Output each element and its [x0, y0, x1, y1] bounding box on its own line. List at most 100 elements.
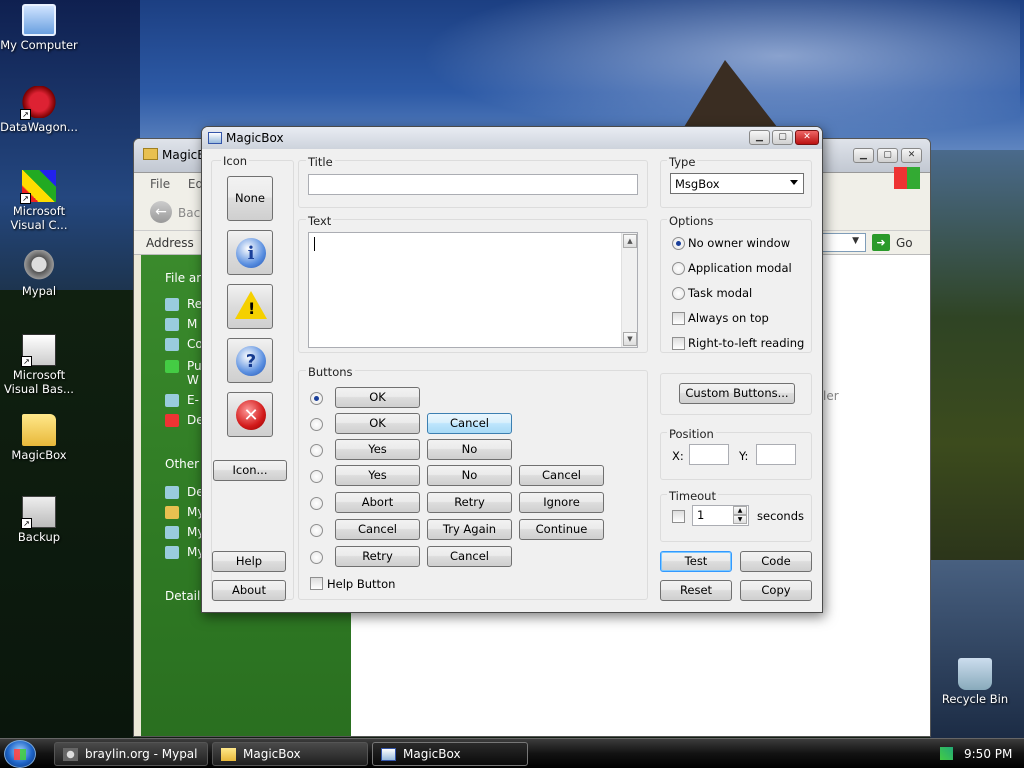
preview-no-button[interactable]: No — [427, 465, 512, 486]
preview-abort-button[interactable]: Abort — [335, 492, 420, 513]
desktop-icon-visual-c[interactable]: ↗ Microsoft Visual C... — [0, 170, 81, 232]
desktop-icon-my-computer[interactable]: My Computer — [0, 4, 81, 52]
task-item[interactable]: Co — [165, 337, 203, 351]
application-modal-label[interactable]: Application modal — [688, 261, 792, 275]
preview-retry-button[interactable]: Retry — [427, 492, 512, 513]
position-x-input[interactable] — [689, 444, 729, 465]
no-owner-window-radio[interactable] — [672, 237, 685, 250]
icon-group-label: Icon — [221, 154, 250, 168]
maximize-button[interactable]: ▢ — [772, 130, 793, 145]
preview-try-again-button[interactable]: Try Again — [427, 519, 512, 540]
preview-cancel-button[interactable]: Cancel — [427, 413, 512, 434]
test-button[interactable]: Test — [660, 551, 732, 572]
clock[interactable]: 9:50 PM — [964, 747, 1012, 761]
task-modal-radio[interactable] — [672, 287, 685, 300]
task-item[interactable]: M — [165, 317, 197, 331]
icon-browse-button[interactable]: Icon... — [213, 460, 287, 481]
network-icon[interactable] — [940, 747, 953, 760]
desktop-icon-magicbox-folder[interactable]: MagicBox — [0, 414, 81, 462]
go-button-label[interactable]: Go — [896, 236, 913, 250]
application-modal-radio[interactable] — [672, 262, 685, 275]
taskbar-item-mypal[interactable]: braylin.org - Mypal — [54, 742, 208, 766]
help-button[interactable]: Help — [212, 551, 286, 572]
start-button[interactable] — [4, 740, 36, 768]
icon-question-button[interactable]: ? — [227, 338, 273, 383]
preview-continue-button[interactable]: Continue — [519, 519, 604, 540]
task-item[interactable]: De — [165, 413, 204, 427]
maximize-button[interactable]: ▢ — [877, 148, 898, 163]
preview-ok-button[interactable]: OK — [335, 413, 420, 434]
always-on-top-label[interactable]: Always on top — [688, 311, 769, 325]
address-input[interactable]: ▼ — [820, 233, 866, 252]
icon-none-button[interactable]: None — [227, 176, 273, 221]
scroll-up-icon[interactable]: ▲ — [623, 234, 637, 248]
go-arrow-icon[interactable]: ➜ — [872, 234, 890, 251]
task-item[interactable]: Pu — [165, 359, 202, 373]
menu-file[interactable]: File — [150, 177, 170, 191]
preview-ignore-button[interactable]: Ignore — [519, 492, 604, 513]
desktop-icon-backup[interactable]: ↗ Backup — [0, 496, 81, 544]
help-button-checkbox-label[interactable]: Help Button — [327, 577, 395, 591]
place-item[interactable]: My — [165, 505, 204, 519]
task-modal-label[interactable]: Task modal — [688, 286, 752, 300]
place-item[interactable]: My — [165, 525, 204, 539]
right-to-left-checkbox[interactable] — [672, 337, 685, 350]
timeout-input[interactable]: 1 ▲ ▼ — [692, 505, 749, 526]
preview-retry-button[interactable]: Retry — [335, 546, 420, 567]
buttons-row-radio[interactable] — [310, 444, 323, 457]
text-textarea[interactable]: ▲ ▼ — [308, 232, 638, 348]
preview-yes-button[interactable]: Yes — [335, 439, 420, 460]
desktop-icon-recycle-bin[interactable]: Recycle Bin — [933, 658, 1017, 706]
buttons-row-radio[interactable] — [310, 418, 323, 431]
custom-buttons-button[interactable]: Custom Buttons... — [679, 383, 795, 404]
scroll-down-icon[interactable]: ▼ — [623, 332, 637, 346]
desktop-icon-visual-basic[interactable]: ↗ Microsoft Visual Bas... — [0, 334, 81, 396]
desktop-icon-mypal[interactable]: Mypal — [0, 250, 81, 298]
spin-up-icon[interactable]: ▲ — [733, 506, 747, 515]
preview-cancel-button[interactable]: Cancel — [335, 519, 420, 540]
close-button[interactable]: ✕ — [795, 130, 819, 145]
preview-yes-button[interactable]: Yes — [335, 465, 420, 486]
close-button[interactable]: ✕ — [901, 148, 922, 163]
help-button-checkbox[interactable] — [310, 577, 323, 590]
buttons-row-radio[interactable] — [310, 392, 323, 405]
taskbar-item-magicbox[interactable]: MagicBox — [372, 742, 528, 766]
place-item[interactable]: De — [165, 485, 204, 499]
place-item[interactable]: My — [165, 545, 204, 559]
spin-down-icon[interactable]: ▼ — [733, 515, 747, 524]
timeout-checkbox[interactable] — [672, 510, 685, 523]
taskbar-item-magicbox-folder[interactable]: MagicBox — [212, 742, 368, 766]
copy-button[interactable]: Copy — [740, 580, 812, 601]
back-arrow-icon[interactable]: ← — [150, 201, 172, 223]
text-scrollbar[interactable]: ▲ ▼ — [621, 233, 637, 347]
task-item[interactable]: E- — [165, 393, 199, 407]
icon-information-button[interactable]: i — [227, 230, 273, 275]
icon-warning-button[interactable]: ! — [227, 284, 273, 329]
reset-button[interactable]: Reset — [660, 580, 732, 601]
desktop-icon-datawagon[interactable]: ↗ DataWagon... — [0, 86, 81, 134]
preview-no-button[interactable]: No — [427, 439, 512, 460]
about-button[interactable]: About — [212, 580, 286, 601]
always-on-top-checkbox[interactable] — [672, 312, 685, 325]
minimize-button[interactable]: ▁ — [853, 148, 874, 163]
buttons-row-radio[interactable] — [310, 551, 323, 564]
title-input[interactable] — [308, 174, 638, 195]
task-item[interactable]: Re — [165, 297, 202, 311]
preview-cancel-button[interactable]: Cancel — [519, 465, 604, 486]
preview-ok-button[interactable]: OK — [335, 387, 420, 408]
position-y-input[interactable] — [756, 444, 796, 465]
code-button[interactable]: Code — [740, 551, 812, 572]
buttons-row-radio[interactable] — [310, 524, 323, 537]
minimize-button[interactable]: ▁ — [749, 130, 770, 145]
chevron-down-icon[interactable] — [790, 180, 798, 185]
preview-cancel-button[interactable]: Cancel — [427, 546, 512, 567]
no-owner-window-label[interactable]: No owner window — [688, 236, 790, 250]
task-item-continued[interactable]: W — [187, 373, 199, 387]
buttons-row-radio[interactable] — [310, 497, 323, 510]
right-to-left-label[interactable]: Right-to-left reading — [688, 336, 804, 350]
type-select[interactable]: MsgBox — [670, 173, 804, 194]
dialog-titlebar[interactable]: MagicBox ▁ ▢ ✕ — [202, 127, 822, 149]
buttons-row-radio[interactable] — [310, 470, 323, 483]
icon-error-button[interactable]: ✕ — [227, 392, 273, 437]
chevron-down-icon[interactable]: ▼ — [852, 236, 859, 246]
